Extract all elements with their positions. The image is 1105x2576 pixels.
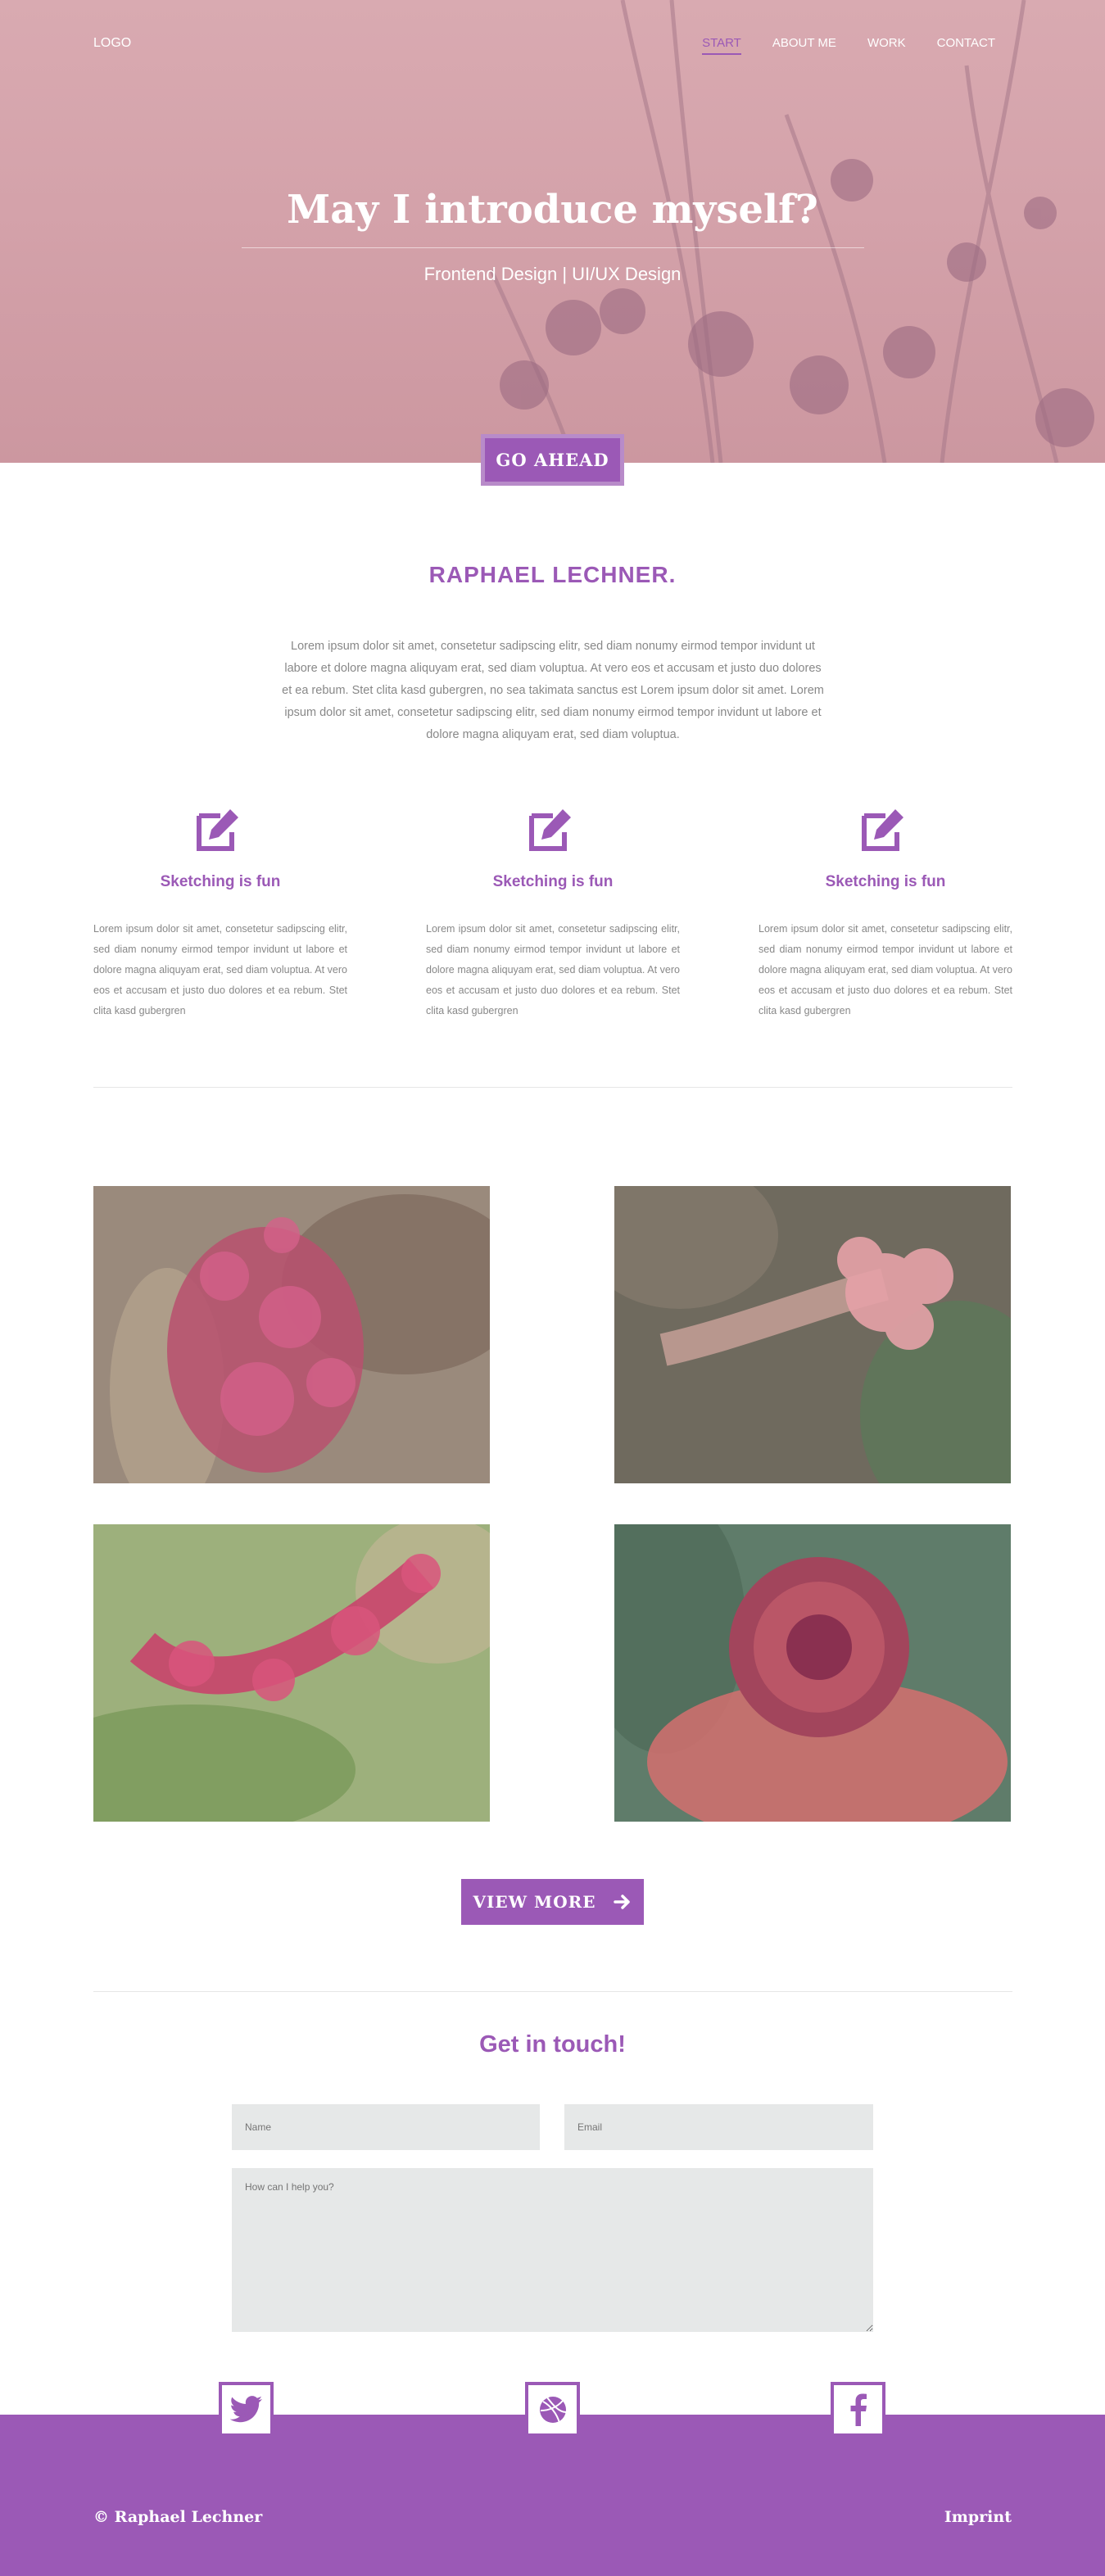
twitter-link[interactable] (219, 2382, 274, 2437)
nav-item-work[interactable]: WORK (867, 36, 906, 50)
nav-item-start[interactable]: START (702, 36, 741, 55)
footer (0, 2415, 1105, 2576)
gallery-image[interactable] (614, 1186, 1011, 1483)
imprint-link[interactable]: Imprint (944, 2508, 1012, 2526)
email-field[interactable] (564, 2104, 873, 2150)
facebook-icon (850, 2393, 867, 2426)
dribbble-link[interactable] (525, 2382, 580, 2437)
view-more-button[interactable]: VIEW MORE (461, 1879, 644, 1925)
feature-text: Lorem ipsum dolor sit amet, consetetur s… (426, 923, 680, 1016)
about-title: RAPHAEL LECHNER. (428, 562, 677, 587)
name-field[interactable] (232, 2104, 540, 2150)
feature-text: Lorem ipsum dolor sit amet, consetetur s… (759, 923, 1012, 1016)
section-divider (93, 1087, 1012, 1088)
section-divider (93, 1991, 1012, 1992)
hero-divider (242, 247, 864, 248)
feature-title: Sketching is fun (492, 873, 614, 890)
view-more-label: VIEW MORE (473, 1892, 596, 1912)
gallery-image[interactable] (93, 1186, 490, 1483)
facebook-link[interactable] (831, 2382, 885, 2437)
gallery-image[interactable] (614, 1524, 1011, 1822)
feature-text: Lorem ipsum dolor sit amet, consetetur s… (93, 923, 347, 1016)
edit-icon (197, 809, 238, 851)
main-nav: START ABOUT ME WORK CONTACT (702, 36, 995, 55)
arrow-right-icon (614, 1895, 631, 1909)
logo[interactable]: LOGO (93, 36, 131, 51)
hero-subtitle: Frontend Design | UI/UX Design (423, 264, 682, 284)
go-ahead-button[interactable]: GO AHEAD (481, 434, 624, 486)
nav-item-about-me[interactable]: ABOUT ME (772, 36, 836, 50)
contact-title: Get in touch! (479, 2031, 626, 2058)
copyright: © Raphael Lechner (93, 2508, 263, 2526)
hero-section: LOGO START ABOUT ME WORK CONTACT May I i… (0, 0, 1105, 463)
message-field[interactable] (232, 2168, 873, 2332)
about-text: Lorem ipsum dolor sit amet, consetetur s… (282, 640, 824, 741)
hero-title: May I introduce myself? (287, 187, 818, 233)
feature-title: Sketching is fun (160, 873, 281, 890)
dribbble-icon (539, 2396, 566, 2423)
gallery-image[interactable] (93, 1524, 490, 1822)
twitter-icon (229, 2395, 262, 2422)
edit-icon (529, 809, 571, 851)
edit-icon (862, 809, 903, 851)
feature-title: Sketching is fun (825, 873, 946, 890)
nav-item-contact[interactable]: CONTACT (937, 36, 995, 50)
